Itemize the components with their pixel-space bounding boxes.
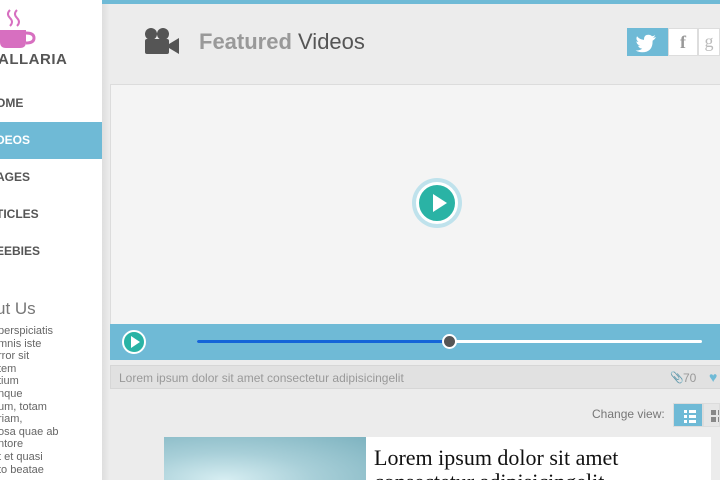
top-accent-line (102, 0, 720, 4)
sidebar-item-videos[interactable]: DEOS (0, 122, 102, 159)
control-play-button[interactable] (122, 330, 146, 354)
page-title: Featured Videos (199, 29, 365, 55)
sidebar-item-images[interactable]: AGES (0, 159, 102, 196)
player-controls (110, 324, 720, 360)
article-card[interactable]: Lorem ipsum dolor sit amet consectetur a… (366, 437, 711, 480)
change-view-label: Change view: (592, 407, 665, 421)
play-icon (131, 336, 140, 348)
grid-view-button[interactable] (703, 403, 720, 427)
about-title: ut Us (0, 299, 36, 318)
video-camera-icon (145, 28, 179, 54)
progress-fill (197, 340, 450, 343)
sidebar-shadow (102, 0, 110, 480)
play-icon (416, 182, 458, 224)
sidebar-item-articles[interactable]: TICLES (0, 196, 102, 233)
sidebar-nav: OME DEOS AGES TICLES EEBIES (0, 85, 102, 270)
progress-track[interactable] (197, 334, 702, 349)
list-view-button[interactable] (673, 403, 703, 427)
video-caption-bar: Lorem ipsum dolor sit amet consectetur a… (110, 365, 720, 389)
article-thumbnail[interactable] (164, 437, 366, 480)
video-caption: Lorem ipsum dolor sit amet consectetur a… (119, 371, 404, 385)
google-share-button[interactable]: g (698, 28, 720, 56)
progress-knob[interactable] (441, 334, 457, 349)
like-count: 70 (683, 371, 697, 385)
heart-icon[interactable]: ♥ (709, 369, 717, 385)
facebook-share-button[interactable]: f (668, 28, 698, 56)
about-text: perspiciatis mnis iste rror sit tem tium… (0, 325, 59, 480)
article-title[interactable]: Lorem ipsum dolor sit amet consectetur a… (374, 446, 704, 480)
sidebar-item-home[interactable]: OME (0, 85, 102, 122)
list-view-icon (684, 410, 696, 423)
page-title-strong: Featured (199, 29, 292, 54)
sidebar: ALLARIA OME DEOS AGES TICLES EEBIES ut U… (0, 0, 102, 480)
big-play-button[interactable] (412, 178, 462, 228)
twitter-share-button[interactable] (627, 28, 668, 56)
logo-text[interactable]: ALLARIA (0, 51, 67, 68)
paperclip-icon: 📎 (670, 372, 684, 384)
twitter-icon (635, 34, 656, 53)
grid-view-icon (711, 410, 719, 422)
sidebar-item-freebies[interactable]: EEBIES (0, 233, 102, 270)
page-title-rest: Videos (291, 29, 365, 54)
coffee-cup-icon (0, 9, 36, 48)
